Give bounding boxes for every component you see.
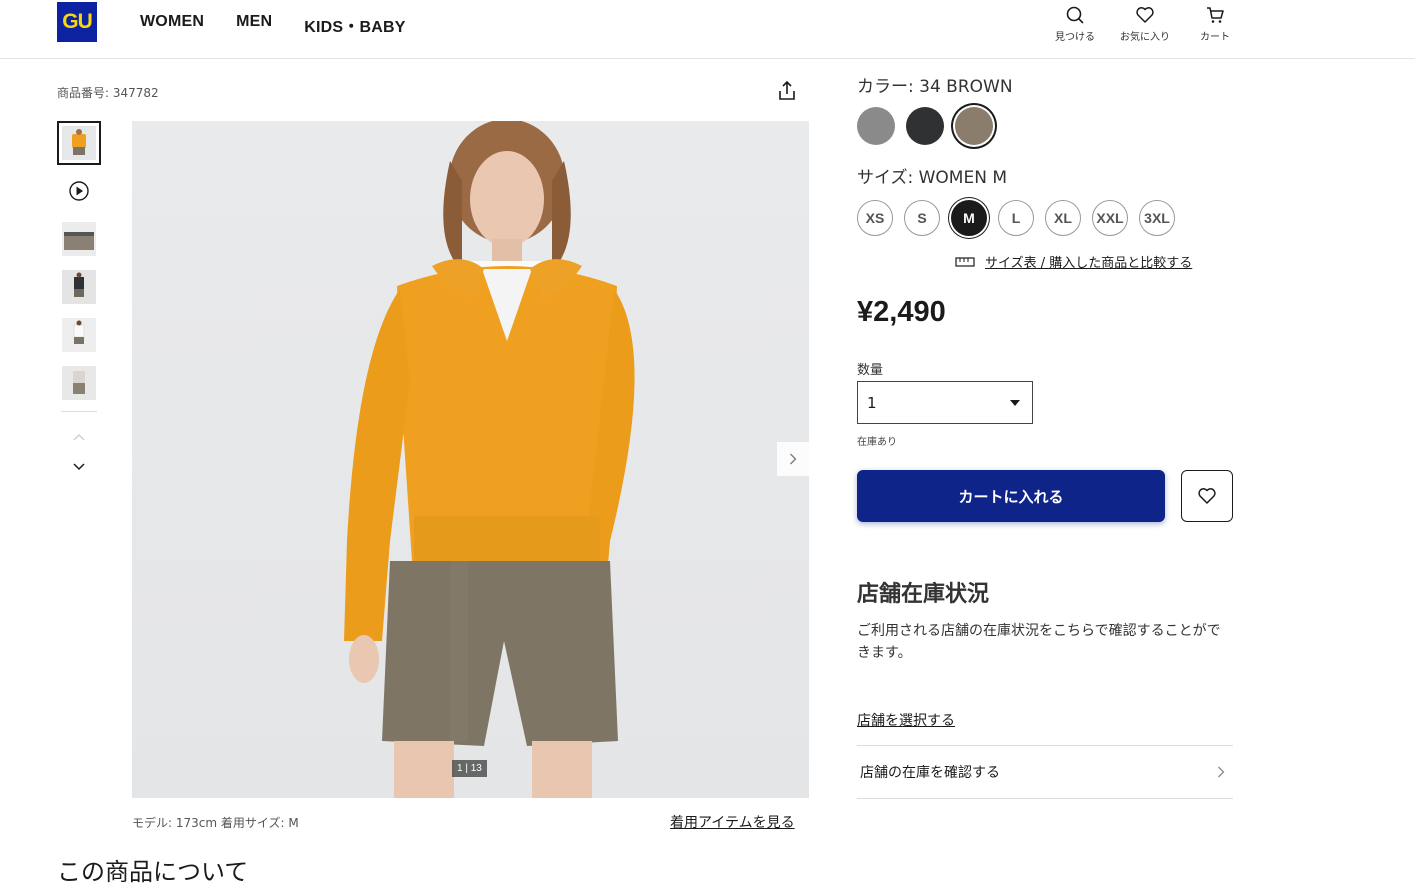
chevron-down-icon [73, 463, 85, 471]
nav-men[interactable]: MEN [236, 13, 272, 37]
model-info: モデル: 173cm 着用サイズ: M [132, 816, 299, 830]
favorites-button[interactable]: お気に入り [1110, 5, 1180, 43]
size-l[interactable]: L [998, 200, 1034, 236]
color-swatch-dark-gray[interactable] [906, 107, 944, 145]
select-store-link[interactable]: 店舗を選択する [857, 710, 955, 730]
header-icons: 見つける お気に入り カート [1040, 5, 1250, 43]
thumbnail-3[interactable] [57, 217, 101, 261]
nav-women[interactable]: WOMEN [140, 13, 204, 37]
nav-kids-baby[interactable]: KIDS・BABY [304, 13, 405, 37]
about-product-heading: この商品について [57, 858, 249, 886]
ruler-icon [955, 256, 975, 267]
size-3xl[interactable]: 3XL [1139, 200, 1175, 236]
product-price: ¥2,490 [857, 296, 946, 328]
size-s[interactable]: S [904, 200, 940, 236]
heart-icon [1136, 7, 1154, 23]
size-options: XS S M L XL XXL 3XL [857, 200, 1175, 236]
add-to-cart-button[interactable]: カートに入れる [857, 470, 1165, 522]
size-m[interactable]: M [951, 200, 987, 236]
quantity-value: 1 [867, 393, 877, 412]
store-stock-description: ご利用される店舗の在庫状況をこちらで確認することができます。 [857, 623, 1221, 661]
size-chart-link[interactable]: サイズ表 / 購入した商品と比較する [955, 252, 1192, 271]
search-button[interactable]: 見つける [1040, 5, 1110, 43]
main-nav: WOMEN MEN KIDS・BABY [140, 13, 406, 37]
product-number: 商品番号: 347782 [57, 86, 159, 100]
store-stock-heading: 店舗在庫状況 [857, 582, 990, 607]
wear-items-link[interactable]: 着用アイテムを見る [670, 812, 795, 832]
main-product-image[interactable]: 1 | 13 [132, 121, 809, 798]
search-label: 見つける [1055, 32, 1095, 43]
thumbnail-5[interactable] [57, 313, 101, 357]
image-next-button[interactable] [777, 442, 809, 476]
thumbnail-scroll-down[interactable] [57, 452, 101, 482]
thumbnail-6[interactable] [57, 361, 101, 405]
color-swatches [857, 107, 993, 145]
color-swatch-brown[interactable] [955, 107, 993, 145]
thumbnail-1[interactable] [57, 121, 101, 165]
chevron-up-icon [73, 434, 85, 441]
color-swatch-gray[interactable] [857, 107, 895, 145]
image-counter: 1 | 13 [452, 760, 487, 777]
size-xs[interactable]: XS [857, 200, 893, 236]
quantity-label: 数量 [857, 363, 884, 378]
chevron-right-icon [1218, 766, 1225, 778]
size-chart-label: サイズ表 / 購入した商品と比較する [985, 256, 1193, 271]
heart-icon [1198, 488, 1216, 504]
size-label: サイズ: WOMEN M [857, 168, 1008, 188]
favorites-label: お気に入り [1120, 32, 1170, 43]
search-icon [1066, 6, 1084, 24]
share-icon[interactable] [777, 80, 797, 102]
size-xxl[interactable]: XXL [1092, 200, 1128, 236]
caret-down-icon [1010, 399, 1020, 406]
model-photo [344, 121, 635, 798]
size-xl[interactable]: XL [1045, 200, 1081, 236]
add-favorite-button[interactable] [1181, 470, 1233, 522]
stock-status: 在庫あり [857, 437, 897, 448]
cart-button[interactable]: カート [1180, 5, 1250, 43]
site-header: GU WOMEN MEN KIDS・BABY 見つける お気に入り カート [0, 0, 1415, 59]
color-label: カラー: 34 BROWN [857, 77, 1013, 97]
thumbnail-scroll-up[interactable] [57, 422, 101, 452]
thumbnail-list [57, 121, 101, 482]
chevron-right-icon [790, 453, 797, 465]
cart-label: カート [1200, 32, 1230, 43]
check-store-stock-label: 店舗の在庫を確認する [860, 765, 1000, 781]
cart-icon [1207, 7, 1224, 23]
thumbnail-4[interactable] [57, 265, 101, 309]
thumbnail-divider [61, 411, 97, 412]
thumbnail-video[interactable] [57, 169, 101, 213]
gu-logo[interactable]: GU [57, 2, 97, 42]
check-store-stock-row[interactable]: 店舗の在庫を確認する [857, 745, 1233, 799]
quantity-select[interactable]: 1 [857, 381, 1033, 424]
